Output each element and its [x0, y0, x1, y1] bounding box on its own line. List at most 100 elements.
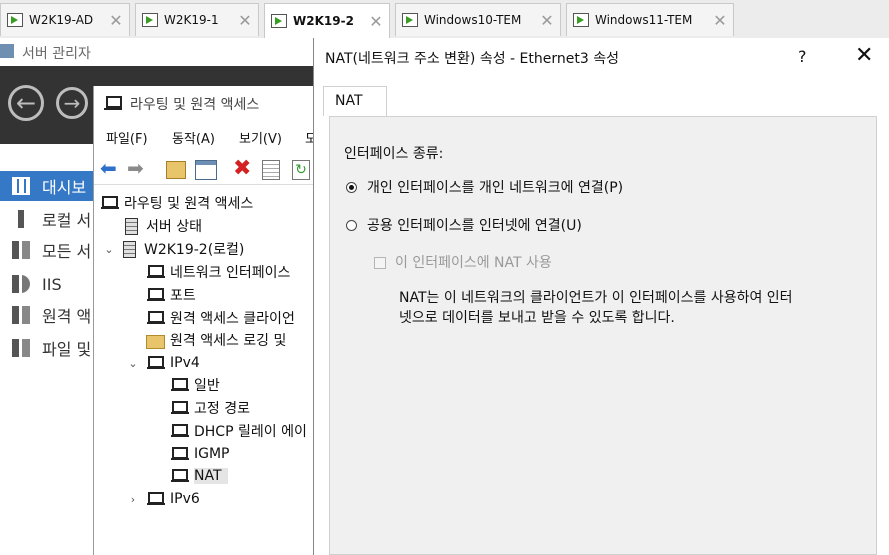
server-manager-sidebar: 대시보 로컬 서 모든 서 IIS 원격 액 파일 및 [0, 144, 100, 555]
vm-tab-windows10[interactable]: Windows10-TEM ✕ [395, 3, 561, 36]
enable-nat-label: 이 인터페이스에 NAT 사용 [395, 255, 552, 271]
vm-tab-bar: W2K19-AD ✕ W2K19-1 ✕ W2K19-2 ✕ Windows10… [0, 0, 889, 39]
menu-view[interactable]: 보기(V) [239, 128, 282, 147]
properties-icon[interactable] [262, 160, 280, 180]
nat-description-line2: 넷으로 데이터를 보내고 받을 수 있도록 합니다. [399, 310, 675, 326]
menu-action[interactable]: 동작(A) [172, 128, 215, 147]
sidebar-item-file-storage[interactable]: 파일 및 [0, 333, 100, 363]
tree-ipv4-nat[interactable]: NAT [170, 465, 228, 487]
tree-ipv4-general[interactable]: 일반 [170, 374, 220, 396]
router-icon [170, 399, 189, 417]
close-icon[interactable]: ✕ [538, 11, 556, 30]
forward-arrow-icon[interactable]: → [56, 87, 88, 119]
tree-node-label: 원격 액세스 클라이언 [170, 311, 295, 327]
router-icon [170, 422, 189, 440]
tab-label: NAT [335, 93, 363, 109]
vm-tab-windows11[interactable]: Windows11-TEM ✕ [566, 3, 734, 36]
vm-tab-w2k19-ad[interactable]: W2K19-AD ✕ [0, 3, 130, 36]
tree-network-interfaces[interactable]: 네트워크 인터페이스 [146, 261, 290, 283]
folder-icon [146, 331, 165, 349]
sidebar-item-all-servers[interactable]: 모든 서 [0, 235, 100, 265]
vm-tab-w2k19-2[interactable]: W2K19-2 ✕ [264, 3, 390, 38]
tree-ports[interactable]: 포트 [146, 284, 196, 306]
tree-node-label: IPv4 [170, 355, 200, 371]
router-icon [146, 263, 165, 281]
sidebar-item-label: 원격 액 [42, 307, 92, 326]
sidebar-item-label: 모든 서 [42, 242, 92, 261]
up-folder-icon[interactable] [166, 161, 186, 179]
vm-running-icon [7, 13, 23, 27]
rras-menubar: 파일(F) 동작(A) 보기(V) 도 [94, 124, 317, 148]
menu-file[interactable]: 파일(F) [106, 128, 148, 147]
tree-node-label: DHCP 릴레이 에이 [194, 424, 307, 440]
close-icon[interactable]: ✕ [367, 12, 385, 31]
public-interface-label[interactable]: 공용 인터페이스를 인터넷에 연결(U) [367, 215, 582, 235]
dashboard-icon [12, 177, 30, 195]
sidebar-item-label: 로컬 서 [42, 211, 92, 230]
tree-node-label: 원격 액세스 로깅 및 [170, 333, 287, 349]
tree-ipv4[interactable]: ⌄ IPv4 [126, 352, 200, 374]
close-button[interactable]: ✕ [855, 43, 873, 68]
server-icon [120, 240, 138, 258]
refresh-icon[interactable]: ↻ [292, 160, 310, 180]
chevron-right-icon[interactable]: › [126, 493, 140, 506]
enable-nat-checkbox[interactable] [374, 257, 386, 269]
tree-remote-access-logging[interactable]: 원격 액세스 로깅 및 [146, 329, 286, 351]
vm-tab-label: Windows11-TEM [595, 13, 693, 27]
tree-ipv6[interactable]: › IPv6 [126, 488, 200, 510]
tab-nat[interactable]: NAT [323, 86, 387, 116]
vm-tab-label: W2K19-1 [164, 13, 219, 27]
remote-access-icon [12, 306, 30, 324]
private-interface-label[interactable]: 개인 인터페이스를 개인 네트워크에 연결(P) [367, 177, 623, 197]
server-manager-icon [0, 44, 14, 58]
all-servers-icon [12, 241, 30, 259]
server-status-icon [122, 217, 140, 235]
vm-tab-w2k19-1[interactable]: W2K19-1 ✕ [135, 3, 259, 36]
tree-node-label: 서버 상태 [146, 219, 202, 235]
forward-icon[interactable]: ➡ [127, 158, 149, 180]
rras-titlebar: 라우팅 및 원격 액세스 [94, 86, 316, 122]
iis-icon [12, 275, 30, 293]
public-interface-radio[interactable] [346, 220, 357, 231]
back-icon[interactable]: ⬅ [100, 158, 122, 180]
close-icon[interactable]: ✕ [711, 11, 729, 30]
rras-window: 라우팅 및 원격 액세스 파일(F) 동작(A) 보기(V) 도 ⬅ ➡ ✖ ↻… [93, 86, 317, 555]
sidebar-item-label: 파일 및 [42, 340, 92, 359]
nat-tab-panel: 인터페이스 종류: 개인 인터페이스를 개인 네트워크에 연결(P) 공용 인터… [329, 116, 877, 555]
rras-toolbar: ⬅ ➡ ✖ ↻ [94, 152, 316, 185]
tree-ipv4-dhcp-relay[interactable]: DHCP 릴레이 에이 [170, 420, 307, 442]
router-icon [170, 445, 189, 463]
show-console-tree-icon[interactable] [195, 160, 217, 180]
back-arrow-icon[interactable]: ← [8, 85, 44, 121]
delete-icon[interactable]: ✖ [233, 158, 255, 180]
dialog-title: NAT(네트워크 주소 변환) 속성 - Ethernet3 속성 [325, 51, 619, 67]
rras-title: 라우팅 및 원격 액세스 [130, 97, 260, 113]
sidebar-item-dashboard[interactable]: 대시보 [0, 171, 100, 201]
interface-type-label: 인터페이스 종류: [344, 146, 444, 162]
sidebar-item-local-server[interactable]: 로컬 서 [0, 204, 100, 234]
private-interface-radio[interactable] [346, 182, 357, 193]
nat-description-line1: NAT는 이 네트워크의 클라이언트가 이 인터페이스를 사용하여 인터 [399, 290, 793, 306]
tree-node-label: 고정 경로 [194, 401, 250, 417]
tree-remote-access-clients[interactable]: 원격 액세스 클라이언 [146, 307, 295, 329]
close-icon[interactable]: ✕ [107, 11, 125, 30]
router-icon [146, 354, 165, 372]
tree-root[interactable]: 라우팅 및 원격 액세스 [100, 192, 253, 214]
close-icon[interactable]: ✕ [236, 11, 254, 30]
help-button[interactable]: ? [798, 47, 807, 66]
sidebar-item-label: IIS [42, 274, 62, 294]
tree-node-label: 네트워크 인터페이스 [170, 265, 291, 281]
sidebar-item-iis[interactable]: IIS [0, 269, 100, 299]
sidebar-item-remote-access[interactable]: 원격 액 [0, 300, 100, 330]
tree-node-label: W2K19-2(로컬) [144, 242, 245, 258]
tree-ipv4-igmp[interactable]: IGMP [170, 443, 230, 465]
chevron-down-icon[interactable]: ⌄ [126, 357, 140, 370]
tree-server-status[interactable]: 서버 상태 [122, 215, 202, 237]
vm-running-icon [271, 14, 287, 28]
vm-running-icon [402, 13, 418, 27]
chevron-down-icon[interactable]: ⌄ [102, 243, 116, 256]
tree-server-node[interactable]: ⌄ W2K19-2(로컬) [102, 238, 244, 260]
vm-tab-label: Windows10-TEM [424, 13, 522, 27]
router-icon [104, 94, 122, 112]
tree-ipv4-static-routes[interactable]: 고정 경로 [170, 397, 250, 419]
